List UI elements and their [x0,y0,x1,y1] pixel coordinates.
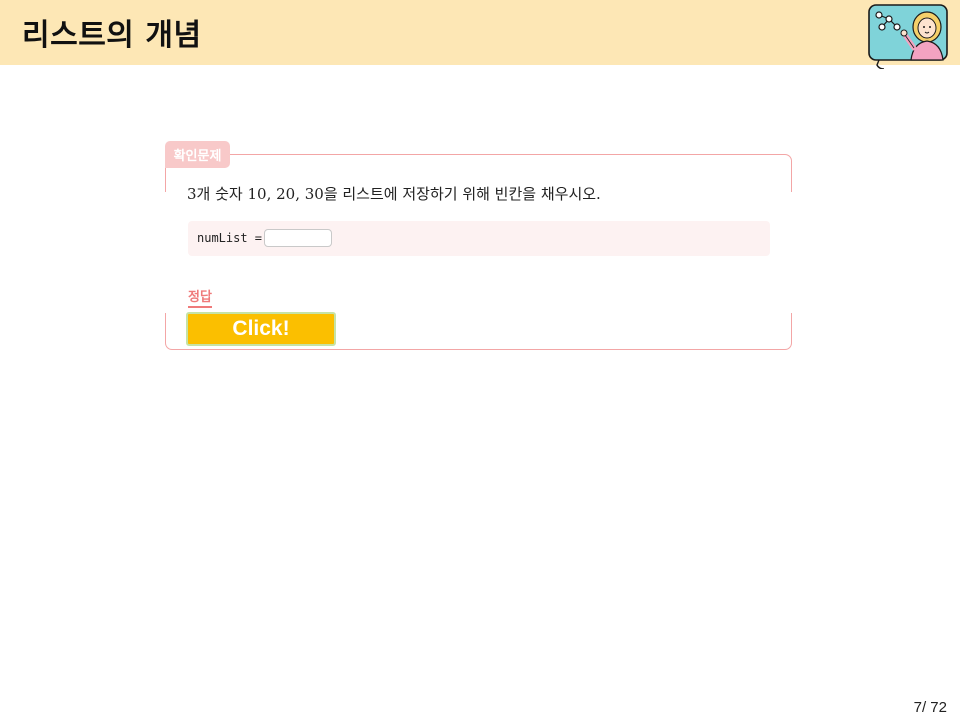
code-box: numList = [188,221,770,256]
quiz-badge: 확인문제 [165,141,230,168]
answer-input[interactable] [264,229,332,247]
answer-label: 정답 [188,286,212,308]
slide-header: 리스트의 개념 [0,0,960,69]
slide-title: 리스트의 개념 [22,18,202,53]
code-label: numList = [197,231,263,245]
teacher-with-network-board-icon [868,4,948,69]
reveal-answer-button[interactable]: Click! [186,312,336,346]
quiz-question: 3개 숫자 10, 20, 30을 리스트에 저장하기 위해 빈칸을 채우시오. [187,185,601,203]
page-number: 7/ 72 [913,699,947,716]
